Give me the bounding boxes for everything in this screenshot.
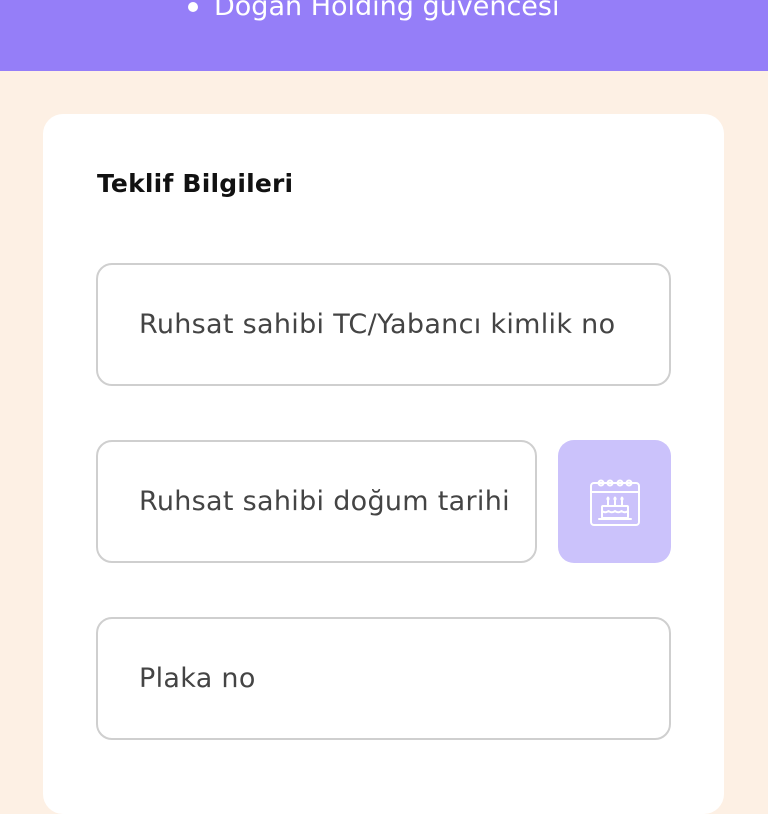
tc-identity-placeholder: Ruhsat sahibi TC/Yabancı kimlik no: [139, 309, 616, 340]
plate-number-input[interactable]: Plaka no: [96, 617, 671, 740]
feature-bullet-text: Doğan Holding güvencesi: [214, 0, 560, 22]
birth-date-input[interactable]: Ruhsat sahibi doğum tarihi: [96, 440, 537, 563]
tc-identity-input[interactable]: Ruhsat sahibi TC/Yabancı kimlik no: [96, 263, 671, 386]
date-picker-button[interactable]: [558, 440, 671, 563]
top-banner: Doğan Holding güvencesi: [0, 0, 768, 71]
plate-number-placeholder: Plaka no: [139, 663, 256, 694]
offer-info-card: Teklif Bilgileri Ruhsat sahibi TC/Yabanc…: [43, 114, 724, 814]
feature-bullet: Doğan Holding güvencesi: [188, 0, 559, 24]
birth-date-placeholder: Ruhsat sahibi doğum tarihi: [139, 486, 510, 517]
section-title: Teklif Bilgileri: [97, 169, 294, 198]
bullet-dot-icon: [188, 2, 198, 12]
birthday-calendar-icon: [589, 479, 640, 526]
